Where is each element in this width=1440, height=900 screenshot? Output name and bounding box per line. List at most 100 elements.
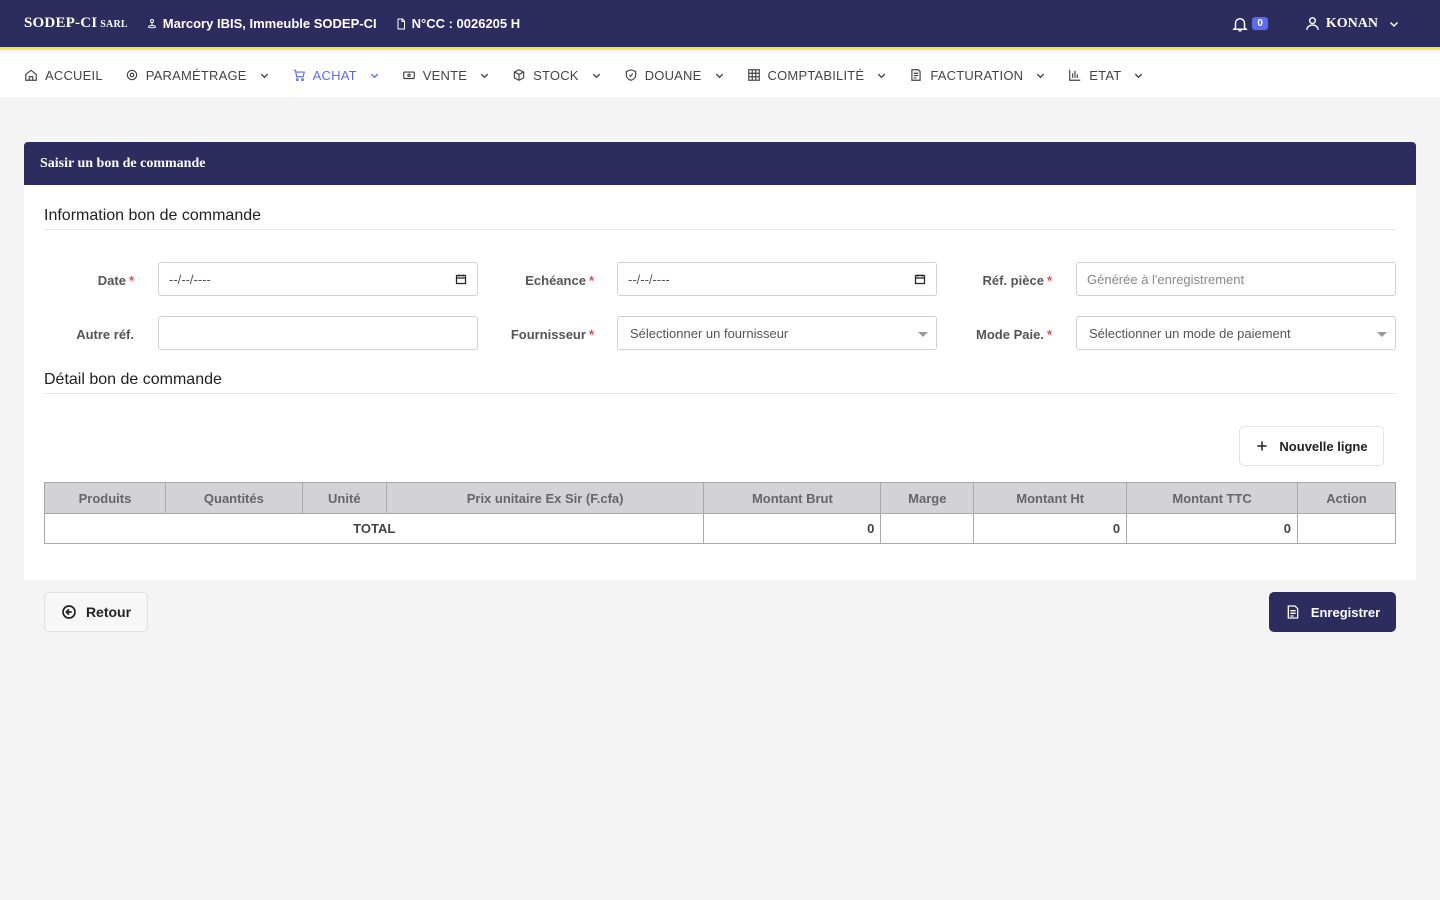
plus-icon — [1257, 441, 1268, 451]
col-montant-brut: Montant Brut — [703, 482, 882, 514]
gear-icon — [126, 69, 137, 81]
nav-item-comptabilite[interactable]: COMPTABILITÉ — [747, 68, 888, 83]
calendar-icon[interactable] — [914, 273, 926, 285]
notifications-button[interactable]: 0 — [1231, 15, 1268, 33]
top-bar-actions: 0 KONAN — [1231, 0, 1400, 47]
ncc-text: N°CC : 0026205 H — [411, 16, 521, 31]
required-mark: * — [588, 327, 594, 342]
chevron-down-icon — [480, 73, 489, 78]
echeance-label-text: Echéance — [525, 273, 586, 288]
order-lines-table: Produits Quantités Unité Prix unitaire E… — [43, 482, 1396, 544]
total-action — [1297, 513, 1396, 544]
brand-suffix: SARL — [100, 19, 128, 30]
chevron-down-icon — [1135, 73, 1143, 78]
chevron-down-icon — [1389, 21, 1399, 27]
add-line-label: Nouvelle ligne — [1279, 438, 1368, 454]
col-quantites: Quantités — [164, 482, 303, 514]
ref-piece-placeholder: Générée à l'enregistrement — [1087, 271, 1245, 287]
chevron-down-icon — [1037, 73, 1045, 78]
nav-label: ACHAT — [312, 67, 357, 83]
table-icon — [747, 69, 760, 81]
echeance-value: --/--/---- — [628, 271, 670, 287]
home-icon — [25, 69, 37, 81]
section-detail-title: Détail bon de commande — [44, 371, 1396, 394]
nav-item-douane[interactable]: DOUANE — [624, 68, 725, 83]
total-label: TOTAL — [43, 513, 705, 544]
col-montant-ht: Montant Ht — [973, 482, 1128, 514]
cart-icon — [293, 69, 305, 82]
chevron-down-icon — [878, 73, 886, 78]
mode-paie-label: Mode Paie. * — [944, 327, 1052, 342]
nav-item-etat[interactable]: ETAT — [1068, 68, 1144, 83]
date-label: Date * — [64, 273, 134, 288]
main-nav: ACCUEIL PARAMÉTRAGE ACHAT VENTE STOCK DO… — [0, 53, 1440, 97]
total-marge — [880, 513, 975, 544]
total-montant-brut: 0 — [703, 513, 882, 544]
nav-item-accueil[interactable]: ACCUEIL — [24, 68, 103, 83]
nav-label: VENTE — [422, 67, 468, 83]
mode-paie-select[interactable]: Sélectionner un mode de paiement — [1076, 316, 1396, 350]
echeance-input[interactable]: --/--/---- — [617, 262, 937, 296]
section-info-title: Information bon de commande — [44, 207, 1396, 230]
notification-count-badge: 0 — [1252, 17, 1268, 30]
table-header-row: Produits Quantités Unité Prix unitaire E… — [44, 482, 1396, 514]
echeance-label: Echéance * — [504, 273, 594, 288]
table-total-row: TOTAL 0 0 0 — [43, 513, 1396, 544]
ref-piece-label-text: Réf. pièce — [982, 273, 1044, 288]
user-menu[interactable]: KONAN — [1304, 15, 1400, 32]
autre-ref-label: Autre réf. — [76, 327, 134, 342]
mode-paie-label-text: Mode Paie. — [976, 327, 1044, 342]
user-icon — [1306, 17, 1319, 30]
col-unite: Unité — [301, 482, 387, 514]
ref-piece-input[interactable]: Générée à l'enregistrement — [1076, 262, 1396, 296]
save-label: Enregistrer — [1310, 604, 1381, 620]
add-line-button[interactable]: Nouvelle ligne — [1239, 426, 1384, 466]
total-montant-ttc: 0 — [1126, 513, 1298, 544]
date-label-text: Date — [97, 273, 126, 288]
top-bar: SODEP-CI SARL Marcory IBIS, Immeuble SODE… — [0, 0, 1440, 50]
nav-label: PARAMÉTRAGE — [145, 67, 247, 83]
nav-label: ACCUEIL — [45, 67, 103, 83]
nav-label: STOCK — [533, 67, 579, 83]
col-marge: Marge — [880, 482, 975, 514]
chevron-down-icon — [370, 73, 378, 78]
arrow-left-circle-icon — [62, 605, 76, 619]
nav-label: DOUANE — [644, 67, 702, 83]
date-input[interactable]: --/--/---- — [158, 262, 478, 296]
fournisseur-select[interactable]: Sélectionner un fournisseur — [617, 316, 937, 350]
required-mark: * — [1046, 327, 1052, 342]
nav-item-stock[interactable]: STOCK — [512, 68, 602, 83]
company-address: Marcory IBIS, Immeuble SODEP-CI — [146, 16, 377, 31]
nav-label: COMPTABILITÉ — [767, 67, 865, 83]
save-button[interactable]: Enregistrer — [1269, 592, 1396, 632]
col-produits: Produits — [44, 482, 166, 514]
document-save-icon — [1287, 605, 1299, 619]
bar-chart-icon — [1069, 69, 1081, 81]
card-footer: Retour Enregistrer — [24, 580, 1416, 660]
dropdown-caret-icon — [1377, 332, 1387, 337]
autre-ref-input[interactable] — [158, 316, 478, 350]
card-title: Saisir un bon de commande — [24, 142, 1416, 185]
col-action: Action — [1297, 482, 1396, 514]
nav-item-facturation[interactable]: FACTURATION — [909, 68, 1046, 83]
nav-item-parametrage[interactable]: PARAMÉTRAGE — [125, 68, 270, 83]
nav-item-achat[interactable]: ACHAT — [292, 68, 380, 83]
brand-logo: SODEP-CI SARL — [24, 15, 128, 32]
location-icon — [147, 18, 156, 28]
col-montant-ttc: Montant TTC — [1126, 482, 1298, 514]
cash-icon — [402, 71, 415, 80]
user-name: KONAN — [1325, 15, 1378, 31]
address-text: Marcory IBIS, Immeuble SODEP-CI — [162, 16, 377, 31]
calendar-icon[interactable] — [455, 273, 467, 285]
nav-label: ETAT — [1089, 67, 1122, 83]
purchase-order-card: Saisir un bon de commande Information bo… — [24, 142, 1416, 660]
fournisseur-placeholder: Sélectionner un fournisseur — [630, 325, 789, 341]
invoice-icon — [911, 69, 921, 81]
bell-icon — [1232, 17, 1249, 31]
nav-item-vente[interactable]: VENTE — [402, 68, 490, 83]
brand-name: SODEP-CI — [24, 15, 98, 31]
company-ncc: N°CC : 0026205 H — [395, 16, 521, 31]
box-icon — [513, 69, 525, 81]
required-mark: * — [588, 273, 594, 288]
back-button[interactable]: Retour — [44, 592, 148, 632]
